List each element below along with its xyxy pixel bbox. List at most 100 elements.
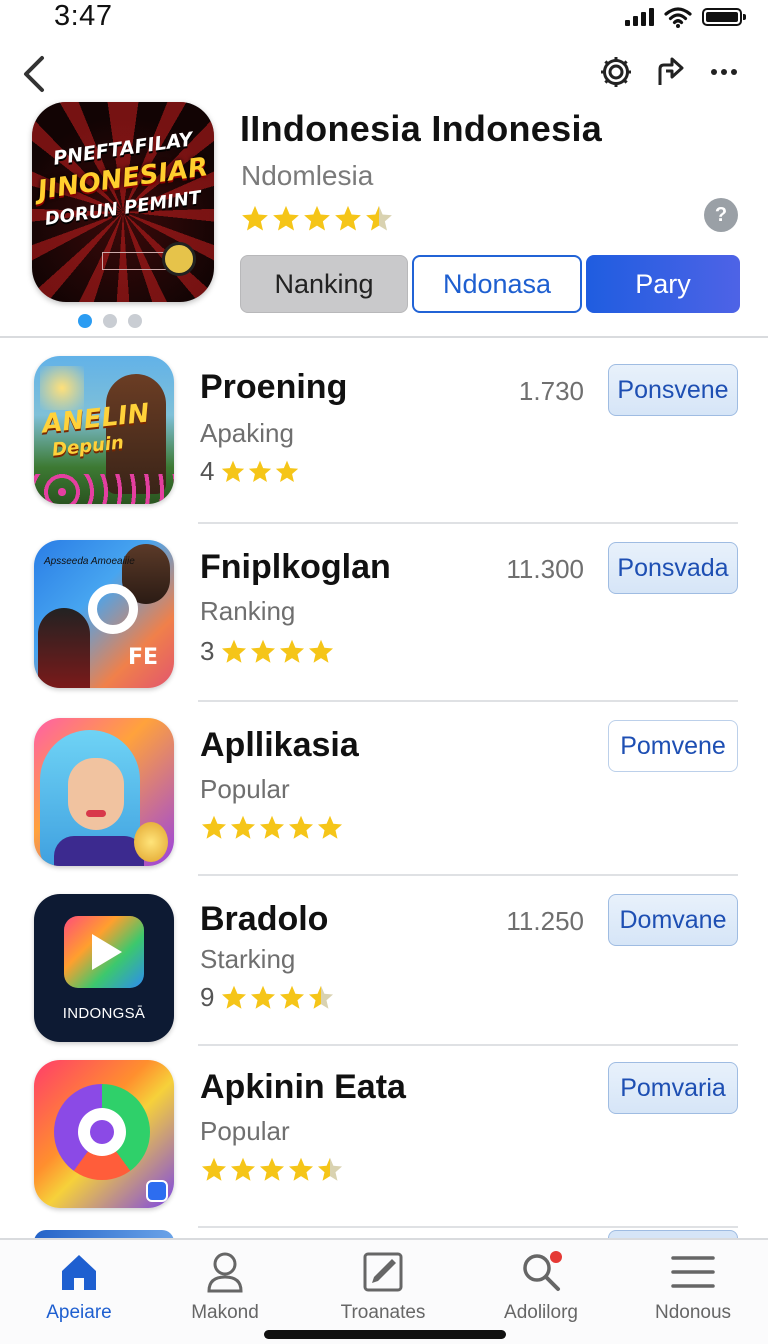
app-name: Apllikasia xyxy=(200,726,359,764)
signal-icon xyxy=(625,8,654,26)
star-icon xyxy=(249,984,277,1012)
star-icon xyxy=(249,638,277,666)
get-button[interactable]: Domvane xyxy=(608,894,738,946)
list-item[interactable]: INDONGSĀ Bradolo Starking 9 11.250 Domva… xyxy=(0,876,768,1054)
star-icon xyxy=(316,814,344,842)
page-dot[interactable] xyxy=(103,314,117,328)
page-dot[interactable] xyxy=(128,314,142,328)
home-icon xyxy=(62,1255,96,1290)
app-rating xyxy=(200,1156,344,1184)
more-icon xyxy=(711,69,737,75)
star-icon xyxy=(307,638,335,666)
star-icon xyxy=(364,204,394,234)
home-indicator xyxy=(264,1330,506,1339)
segment-nanking[interactable]: Nanking xyxy=(240,255,408,313)
tab-menu[interactable]: Ndonous xyxy=(618,1248,768,1328)
share-icon xyxy=(658,57,684,85)
app-icon: ANELIN Depuin xyxy=(34,356,174,504)
star-icon xyxy=(220,984,248,1012)
person-icon xyxy=(207,1252,243,1293)
star-icon xyxy=(333,204,363,234)
app-rating: 3 xyxy=(200,636,335,667)
back-button[interactable] xyxy=(14,50,54,98)
share-button[interactable] xyxy=(652,52,688,92)
segment-pary[interactable]: Pary xyxy=(586,255,740,313)
list-item[interactable]: Apsseeda Amoeaiiie FE Fniplkoglan Rankin… xyxy=(0,524,768,702)
star-icon xyxy=(258,1156,286,1184)
list-item[interactable]: Apkinin Eata Popular Pomvaria xyxy=(0,1046,768,1224)
status-time: 3:47 xyxy=(54,0,113,32)
app-icon xyxy=(34,718,174,866)
star-icon xyxy=(302,204,332,234)
seal-icon xyxy=(162,242,196,276)
star-icon xyxy=(307,984,335,1012)
rating-number: 9 xyxy=(200,982,215,1012)
tab-bar: Apeiare Makond Troanates Adolilorg Ndono… xyxy=(0,1238,768,1344)
app-name: Fniplkoglan xyxy=(200,548,391,586)
star-icon xyxy=(271,204,301,234)
battery-level xyxy=(706,12,738,22)
more-button[interactable] xyxy=(706,52,742,92)
star-icon xyxy=(316,1156,344,1184)
status-bar: 3:47 xyxy=(0,0,768,40)
search-icon xyxy=(523,1251,562,1291)
star-icon xyxy=(247,459,273,485)
rating-stars xyxy=(200,1156,344,1184)
rating-stars xyxy=(220,459,300,485)
battery-icon xyxy=(702,8,746,26)
app-name: Proening xyxy=(200,368,348,406)
rating-number: 4 xyxy=(200,456,215,486)
star-icon xyxy=(200,1156,228,1184)
app-icon: INDONGSĀ xyxy=(34,894,174,1042)
app-icon xyxy=(34,1060,174,1208)
tab-label: Adolilorg xyxy=(504,1302,578,1323)
question-circle-icon[interactable]: ? xyxy=(704,198,738,232)
get-button[interactable]: Pomvene xyxy=(608,720,738,772)
page-dot[interactable] xyxy=(78,314,92,328)
get-button[interactable]: Pomvaria xyxy=(608,1062,738,1114)
star-icon xyxy=(258,814,286,842)
tab-label: Troanates xyxy=(340,1302,426,1323)
rating-number: 3 xyxy=(200,636,215,666)
download-count: 11.250 xyxy=(506,906,584,936)
star-icon xyxy=(200,814,228,842)
star-icon xyxy=(220,459,246,485)
app-category: Ranking xyxy=(200,596,296,626)
tab-search[interactable]: Adolilorg xyxy=(466,1248,616,1328)
tab-label: Apeiare xyxy=(46,1302,112,1323)
settings-button[interactable] xyxy=(598,52,634,92)
app-name: Bradolo xyxy=(200,900,329,938)
tab-profile[interactable]: Makond xyxy=(150,1248,300,1328)
get-button[interactable]: Ponsvada xyxy=(608,542,738,594)
list-item[interactable]: ANELIN Depuin Proening Apaking 4 1.730 P… xyxy=(0,340,768,524)
star-icon xyxy=(229,814,257,842)
app-category: Apaking xyxy=(200,418,294,448)
get-button[interactable]: Ponsvene xyxy=(608,364,738,416)
star-icon xyxy=(287,814,315,842)
chevron-left-icon xyxy=(24,56,44,92)
star-icon xyxy=(220,638,248,666)
app-category: Popular xyxy=(200,1116,290,1146)
app-rating: 4 xyxy=(200,456,300,487)
app-rating xyxy=(200,814,344,842)
hero-app-icon: PNEFTAFILAY JINONESIAR DORUN PEMINT xyxy=(32,102,214,302)
app-name: Apkinin Eata xyxy=(200,1068,406,1106)
download-count: 11.300 xyxy=(506,554,584,584)
segment-ndonasa[interactable]: Ndonasa xyxy=(412,255,582,313)
wifi-icon xyxy=(664,7,692,28)
nav-bar xyxy=(0,46,768,102)
notification-dot xyxy=(550,1251,562,1263)
status-icons xyxy=(625,6,746,28)
gear-icon xyxy=(601,57,631,87)
tab-label: Makond xyxy=(191,1302,259,1323)
rating-stars xyxy=(200,814,344,842)
app-icon-text: INDONGSĀ xyxy=(62,1005,146,1022)
tab-edit[interactable]: Troanates xyxy=(308,1248,458,1328)
app-icon-text: Apsseeda Amoeaiiie xyxy=(44,556,135,567)
list-item[interactable]: Apllikasia Popular Pomvene xyxy=(0,702,768,880)
star-icon xyxy=(278,638,306,666)
page-title: IIndonesia Indonesia xyxy=(240,108,603,149)
tab-home[interactable]: Apeiare xyxy=(4,1248,154,1328)
divider xyxy=(0,336,768,338)
edit-square-icon xyxy=(363,1252,403,1292)
